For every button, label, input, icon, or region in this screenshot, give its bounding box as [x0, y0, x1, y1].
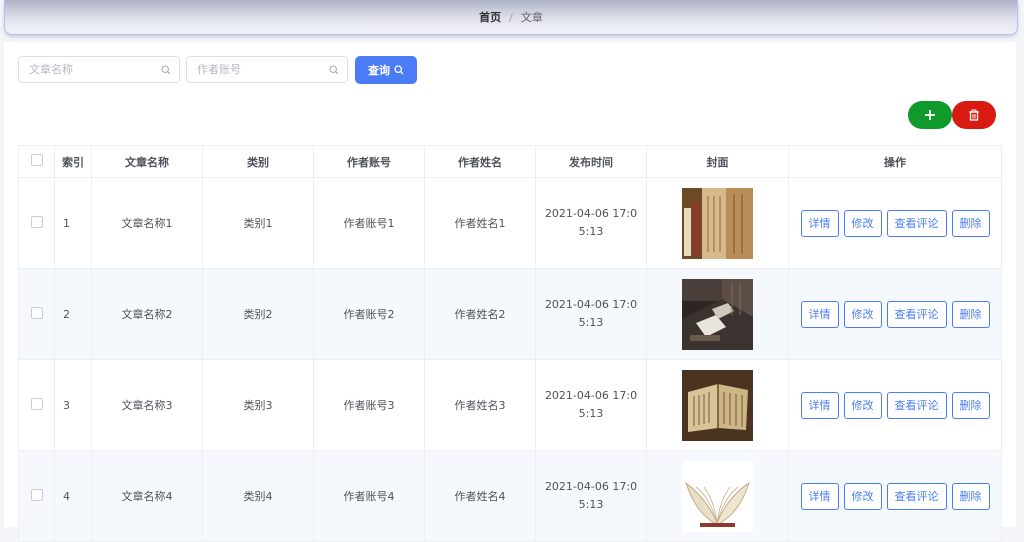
row-checkbox[interactable] [30, 215, 43, 228]
column-header: 类别 [202, 145, 314, 178]
delete-button[interactable]: 删除 [951, 391, 990, 419]
detail-button[interactable]: 详情 [800, 391, 839, 419]
view-comments-button[interactable]: 查看评论 [886, 300, 947, 328]
table-row: 1 文章名称1 类别1 作者账号1 作者姓名1 2021-04-06 17:05… [18, 177, 1002, 269]
query-button-label: 查询 [368, 65, 390, 77]
author-name: 作者姓名3 [424, 359, 536, 451]
column-header: 索引 [54, 145, 92, 178]
plus-icon [925, 110, 935, 120]
query-button[interactable]: 查询 [355, 56, 417, 84]
author-account: 作者账号3 [313, 359, 425, 451]
search-icon [161, 65, 171, 75]
batch-delete-button[interactable] [952, 101, 996, 129]
article-title: 文章名称4 [91, 450, 203, 542]
publish-time: 2021-04-06 17:05:13 [544, 207, 638, 238]
search-icon [329, 65, 339, 75]
author-name: 作者姓名4 [424, 450, 536, 542]
column-header: 作者账号 [313, 145, 425, 178]
view-comments-button[interactable]: 查看评论 [886, 482, 947, 510]
article-title: 文章名称3 [91, 359, 203, 451]
cover-image-bookshelf [682, 187, 753, 259]
author-name: 作者姓名2 [424, 268, 536, 360]
edit-button[interactable]: 修改 [843, 209, 882, 237]
delete-button[interactable]: 删除 [951, 482, 990, 510]
row-index: 3 [54, 359, 92, 451]
row-index: 1 [54, 177, 92, 269]
article-title: 文章名称1 [91, 177, 203, 269]
row-actions: 详情 修改 查看评论 删除 [789, 391, 1001, 419]
publish-time: 2021-04-06 17:05:13 [544, 480, 638, 511]
column-header: 发布时间 [535, 145, 647, 178]
column-header: 操作 [788, 145, 1002, 178]
row-actions: 详情 修改 查看评论 删除 [789, 300, 1001, 328]
author-name: 作者姓名1 [424, 177, 536, 269]
table-row: 4 文章名称4 类别4 作者账号4 作者姓名4 2021-04-06 17:05… [18, 450, 1002, 542]
breadcrumb-current: 文章 [520, 11, 543, 24]
trash-icon [969, 109, 979, 121]
author-account: 作者账号4 [313, 450, 425, 542]
search-icon [394, 65, 404, 75]
column-header: 封面 [646, 145, 789, 178]
row-index: 2 [54, 268, 92, 360]
row-index: 4 [54, 450, 92, 542]
article-title: 文章名称2 [91, 268, 203, 360]
row-actions: 详情 修改 查看评论 删除 [789, 482, 1001, 510]
row-checkbox[interactable] [30, 306, 43, 319]
view-comments-button[interactable]: 查看评论 [886, 209, 947, 237]
detail-button[interactable]: 详情 [800, 209, 839, 237]
edit-button[interactable]: 修改 [843, 391, 882, 419]
edit-button[interactable]: 修改 [843, 300, 882, 328]
author-account: 作者账号2 [313, 268, 425, 360]
publish-time: 2021-04-06 17:05:13 [544, 298, 638, 329]
article-title-input[interactable] [19, 57, 169, 82]
article-category: 类别3 [202, 359, 314, 451]
select-all-checkbox[interactable] [30, 154, 43, 166]
detail-button[interactable]: 详情 [800, 300, 839, 328]
column-header: 文章名称 [91, 145, 203, 178]
publish-time: 2021-04-06 17:05:13 [544, 389, 638, 420]
column-header: 作者姓名 [424, 145, 536, 178]
article-category: 类别4 [202, 450, 314, 542]
table-row: 3 文章名称3 类别3 作者账号3 作者姓名3 2021-04-06 17:05… [18, 359, 1002, 451]
breadcrumb: 首页 / 文章 [4, 0, 1018, 35]
breadcrumb-separator: / [509, 10, 513, 24]
article-category: 类别1 [202, 177, 314, 269]
select-all-header [18, 145, 55, 178]
author-account-input[interactable] [187, 57, 337, 82]
table-row: 2 文章名称2 类别2 作者账号2 作者姓名2 2021-04-06 17:05… [18, 268, 1002, 360]
article-table: 索引 文章名称 类别 作者账号 作者姓名 发布时间 封面 操作 1 文章名称1 … [18, 145, 1002, 542]
article-title-search [18, 56, 180, 83]
breadcrumb-home[interactable]: 首页 [479, 9, 501, 25]
table-header-row: 索引 文章名称 类别 作者账号 作者姓名 发布时间 封面 操作 [18, 145, 1002, 178]
article-category: 类别2 [202, 268, 314, 360]
view-comments-button[interactable]: 查看评论 [886, 391, 947, 419]
row-checkbox[interactable] [30, 397, 43, 410]
author-account-search [186, 56, 348, 83]
delete-button[interactable]: 删除 [951, 209, 990, 237]
cover-image-library-reading [682, 278, 753, 350]
cover-image-ancient-book [682, 369, 753, 441]
row-checkbox[interactable] [30, 488, 43, 501]
detail-button[interactable]: 详情 [800, 482, 839, 510]
content-panel: 查询 索引 文章名称 [4, 42, 1016, 542]
add-button[interactable] [908, 101, 952, 129]
row-actions: 详情 修改 查看评论 删除 [789, 209, 1001, 237]
author-account: 作者账号1 [313, 177, 425, 269]
delete-button[interactable]: 删除 [951, 300, 990, 328]
edit-button[interactable]: 修改 [843, 482, 882, 510]
cover-image-open-book [682, 460, 753, 532]
